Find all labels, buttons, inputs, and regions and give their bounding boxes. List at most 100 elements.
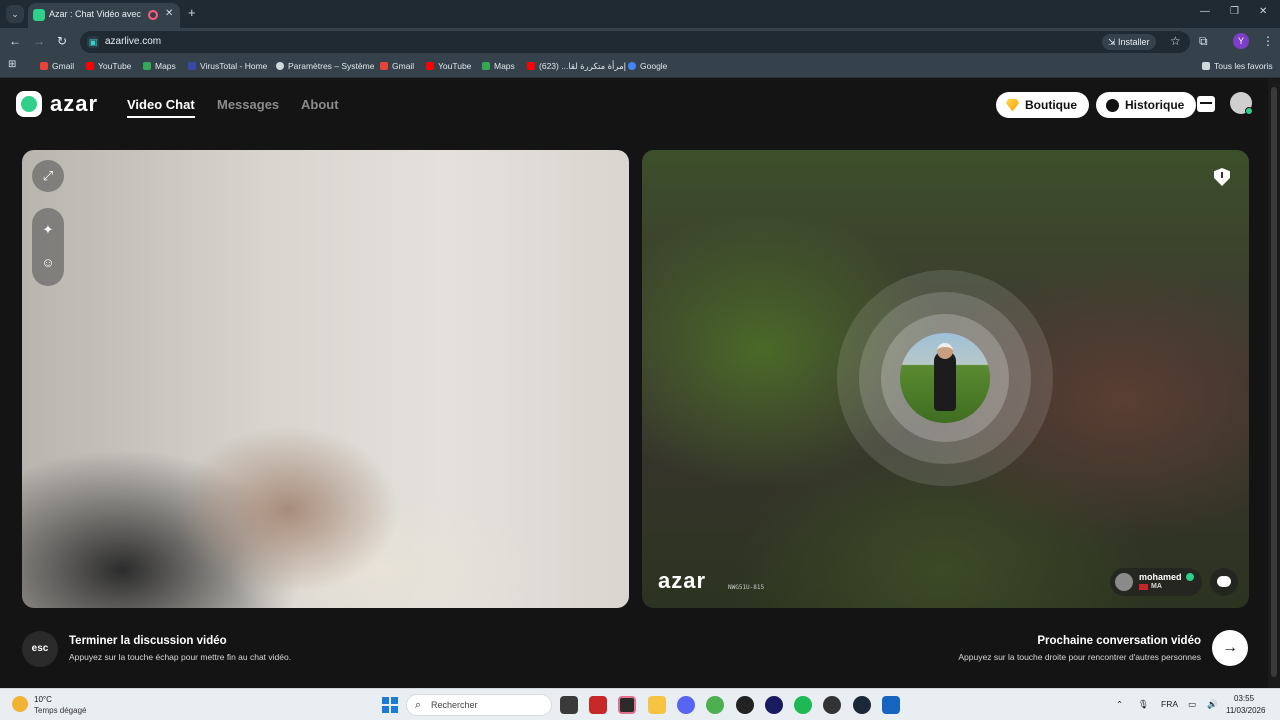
gem-icon	[1006, 98, 1019, 112]
weather-temperature[interactable]: 10°C	[34, 695, 52, 704]
country-flag-icon	[1139, 584, 1148, 590]
bookmark-gmail-1[interactable]: Gmail	[40, 61, 74, 71]
peer-avatar	[900, 333, 990, 423]
logo-text: azar	[50, 91, 99, 116]
browser-tab-bar: ⌄ Azar : Chat Vidéo avec de n ✕ + — ❐ ✕	[0, 0, 1280, 28]
end-chat-subtitle: Appuyez sur la touche échap pour mettre …	[69, 652, 292, 662]
expand-control: ⤢	[32, 160, 64, 192]
chat-bubble-icon[interactable]	[1210, 568, 1238, 596]
report-shield-icon[interactable]	[1214, 168, 1230, 186]
historique-button[interactable]: Historique	[1096, 92, 1197, 118]
url-text[interactable]: azarlive.com	[105, 36, 161, 47]
site-info-icon[interactable]: ▣	[87, 36, 99, 48]
remote-video: azar NWG51U-815 mohamed MA	[642, 150, 1249, 608]
search-placeholder: Rechercher	[431, 700, 478, 710]
forward-icon[interactable]: →	[33, 34, 45, 48]
azar-page: azar Video Chat Messages About Boutique …	[0, 79, 1268, 688]
verified-badge-icon	[1186, 573, 1194, 581]
clock-date[interactable]: 11/03/2026	[1226, 706, 1265, 715]
bookmark-google[interactable]: Google	[628, 61, 667, 71]
steam-icon[interactable]	[853, 696, 871, 714]
historique-label: Historique	[1125, 98, 1185, 112]
next-chat-subtitle: Appuyez sur la touche droite pour rencon…	[958, 652, 1201, 662]
virustotal-icon	[188, 62, 196, 70]
app-red-icon[interactable]	[589, 696, 607, 714]
menu-dots-icon[interactable]: ⋮	[1262, 34, 1274, 48]
bookmark-youtube-video[interactable]: إمرأة متكررة لقا... (623)	[527, 61, 626, 72]
next-arrow-button[interactable]: →	[1212, 630, 1248, 666]
task-view-icon[interactable]	[560, 696, 578, 714]
reload-icon[interactable]: ↻	[57, 34, 67, 48]
peer-info-chip[interactable]: mohamed MA	[1110, 568, 1202, 596]
weather-moon-icon[interactable]	[12, 696, 28, 712]
weather-description[interactable]: Temps dégagé	[34, 706, 86, 715]
volume-icon[interactable]: 🔊	[1207, 699, 1218, 710]
bookmark-youtube-1[interactable]: YouTube	[86, 61, 131, 71]
nav-video-chat[interactable]: Video Chat	[127, 97, 195, 118]
boutique-button[interactable]: Boutique	[996, 92, 1089, 118]
app-settings-icon[interactable]	[823, 696, 841, 714]
bookmark-maps-2[interactable]: Maps	[482, 61, 515, 71]
bookmark-star-icon[interactable]: ☆	[1170, 34, 1181, 48]
taskbar-search[interactable]: ⌕ Rechercher	[406, 694, 552, 716]
app-active-icon[interactable]	[618, 696, 636, 714]
install-label: Installer	[1118, 37, 1150, 47]
bookmark-settings[interactable]: Paramètres – Système	[276, 61, 374, 71]
esc-key-button[interactable]: esc	[22, 631, 58, 667]
app-blue-icon[interactable]	[882, 696, 900, 714]
address-bar[interactable]: ▣ azarlive.com ⇲ Installer ☆	[80, 31, 1190, 53]
all-bookmarks-folder[interactable]: Tous les favoris	[1202, 61, 1273, 71]
browser-toolbar: ← → ↻ ▣ azarlive.com ⇲ Installer ☆ ⧉ Y ⋮	[0, 28, 1280, 56]
window-close-icon[interactable]: ✕	[1259, 6, 1267, 17]
windows-start-icon[interactable]	[382, 697, 398, 713]
browser-tab-active[interactable]: Azar : Chat Vidéo avec de n ✕	[28, 3, 180, 28]
minimize-icon[interactable]: —	[1200, 6, 1210, 17]
bookmark-maps-1[interactable]: Maps	[143, 61, 176, 71]
spotify-icon[interactable]	[794, 696, 812, 714]
network-icon[interactable]: ▭	[1188, 699, 1196, 710]
tray-chevron-icon[interactable]: ⌃	[1116, 699, 1123, 710]
install-app-button[interactable]: ⇲ Installer	[1102, 34, 1156, 50]
chrome-icon[interactable]	[706, 696, 724, 714]
gmail-icon	[40, 62, 48, 70]
recording-indicator-icon	[148, 10, 158, 20]
scrollbar-thumb[interactable]	[1271, 87, 1277, 677]
gear-icon	[276, 62, 284, 70]
new-tab-button[interactable]: +	[188, 5, 196, 20]
face-filter-icon[interactable]: ☺	[32, 246, 64, 278]
magic-wand-icon[interactable]: ✦	[32, 214, 64, 246]
microphone-icon[interactable]: 🎙	[1138, 699, 1149, 710]
bookmark-virustotal[interactable]: VirusTotal - Home	[188, 61, 267, 71]
azar-favicon-icon	[33, 9, 45, 21]
tab-list-button[interactable]: ⌄	[6, 5, 24, 23]
peer-chip-avatar	[1115, 573, 1133, 591]
clock-time[interactable]: 03:55	[1234, 694, 1254, 703]
language-indicator[interactable]: FRA	[1161, 699, 1178, 709]
apps-grid-icon[interactable]: ⊞	[8, 59, 16, 70]
expand-icon[interactable]: ⤢	[32, 160, 64, 192]
tab-title: Azar : Chat Vidéo avec de n	[49, 9, 141, 19]
app-dark-icon[interactable]	[736, 696, 754, 714]
nav-messages[interactable]: Messages	[217, 97, 279, 112]
app-circle-icon[interactable]	[765, 696, 783, 714]
file-explorer-icon[interactable]	[648, 696, 666, 714]
maps-icon	[482, 62, 490, 70]
inbox-icon[interactable]	[1197, 96, 1215, 112]
user-profile-icon[interactable]	[1230, 92, 1253, 115]
back-icon[interactable]: ←	[9, 34, 21, 48]
discord-icon[interactable]	[677, 696, 695, 714]
nav-about[interactable]: About	[301, 97, 339, 112]
profile-avatar-icon[interactable]: Y	[1233, 33, 1249, 49]
peer-name: mohamed	[1139, 572, 1182, 582]
tab-close-icon[interactable]: ✕	[165, 8, 173, 19]
bookmark-gmail-2[interactable]: Gmail	[380, 61, 414, 71]
azar-logo[interactable]: azar	[16, 91, 98, 117]
clock-icon	[1106, 98, 1119, 112]
local-video: ⤢ ✦ ☺	[22, 150, 629, 608]
maps-icon	[143, 62, 151, 70]
extensions-icon[interactable]: ⧉	[1199, 34, 1208, 49]
bookmark-youtube-2[interactable]: YouTube	[426, 61, 471, 71]
page-scrollbar[interactable]	[1268, 79, 1280, 688]
youtube-icon	[426, 62, 434, 70]
restore-icon[interactable]: ❐	[1230, 6, 1239, 17]
